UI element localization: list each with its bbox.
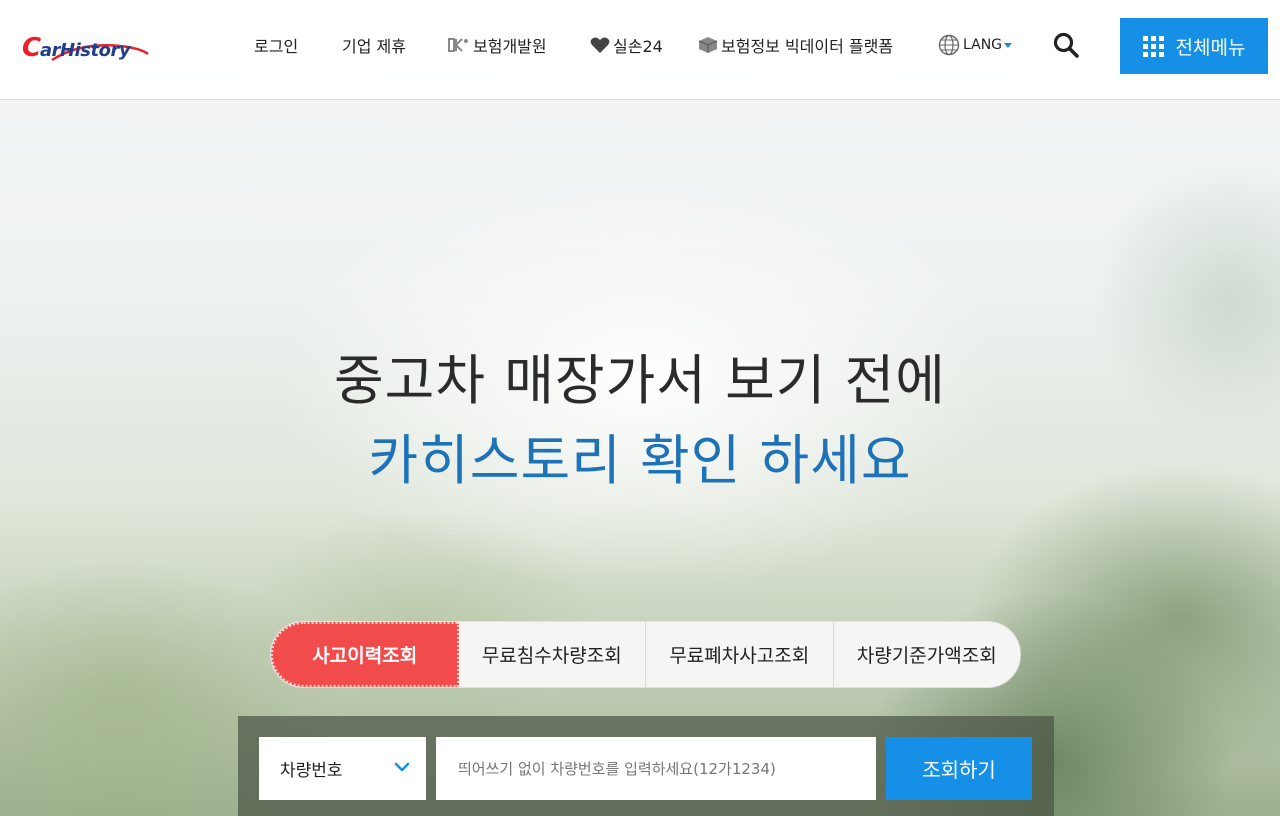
plate-number-input[interactable] xyxy=(436,737,876,800)
full-menu-button[interactable]: 전체메뉴 xyxy=(1120,18,1268,74)
nav-partnership[interactable]: 기업 제휴 xyxy=(342,30,406,60)
tab-label: 차량기준가액조회 xyxy=(856,645,997,667)
search-button[interactable] xyxy=(1052,31,1080,59)
nav-kidi[interactable]: 보험개발원 xyxy=(448,30,547,60)
nav-bigdata-label: 보험정보 빅데이터 플랫폼 xyxy=(721,37,894,56)
search-type-value: 차량번호 xyxy=(280,761,343,781)
svg-text:C: C xyxy=(22,33,41,63)
carhistory-logo[interactable]: C arHistory xyxy=(22,26,150,70)
nav-bigdata[interactable]: 보험정보 빅데이터 플랫폼 xyxy=(698,30,893,60)
tab-accident-history[interactable]: 사고이력조회 xyxy=(271,622,459,687)
tab-flood-vehicle[interactable]: 무료침수차량조회 xyxy=(459,622,646,687)
lookup-tabs: 사고이력조회 무료침수차량조회 무료폐차사고조회 차량기준가액조회 xyxy=(270,621,1021,688)
heart-icon xyxy=(590,37,610,53)
hero-headline: 중고차 매장가서 보기 전에 xyxy=(334,349,946,412)
nav-kidi-label: 보험개발원 xyxy=(473,37,547,56)
cube-icon xyxy=(698,37,718,53)
tab-label: 무료침수차량조회 xyxy=(481,645,622,667)
site-header: C arHistory 로그인 기업 제휴 보험개발원 실손24 보험정보 빅데… xyxy=(0,0,1280,100)
chevron-down-icon xyxy=(394,762,410,772)
search-icon xyxy=(1053,32,1079,58)
tab-label: 무료폐차사고조회 xyxy=(669,645,810,667)
lookup-submit-button[interactable]: 조회하기 xyxy=(886,737,1032,800)
nav-silson24[interactable]: 실손24 xyxy=(590,30,663,60)
nav-silson24-label: 실손24 xyxy=(613,37,663,56)
lookup-submit-label: 조회하기 xyxy=(922,758,996,782)
grid-icon xyxy=(1142,35,1164,57)
hero-subheadline: 카히스토리 확인 하세요 xyxy=(368,429,912,492)
kidi-logo-icon xyxy=(448,38,468,52)
logo-wordmark: C arHistory xyxy=(22,33,132,63)
full-menu-label: 전체메뉴 xyxy=(1175,36,1246,59)
nav-login[interactable]: 로그인 xyxy=(254,30,298,60)
svg-text:arHistory: arHistory xyxy=(40,40,132,61)
tab-vehicle-value[interactable]: 차량기준가액조회 xyxy=(834,622,1021,687)
tab-label: 사고이력조회 xyxy=(312,645,418,667)
search-type-select[interactable]: 차량번호 xyxy=(259,737,426,800)
globe-icon xyxy=(938,34,960,56)
nav-lang[interactable]: LANG xyxy=(938,30,1013,60)
nav-lang-label: LANG xyxy=(963,37,1003,53)
nav-login-label: 로그인 xyxy=(254,37,299,56)
tab-scrap-accident[interactable]: 무료폐차사고조회 xyxy=(646,622,834,687)
caret-down-icon xyxy=(1004,42,1013,48)
nav-partnership-label: 기업 제휴 xyxy=(342,37,406,56)
